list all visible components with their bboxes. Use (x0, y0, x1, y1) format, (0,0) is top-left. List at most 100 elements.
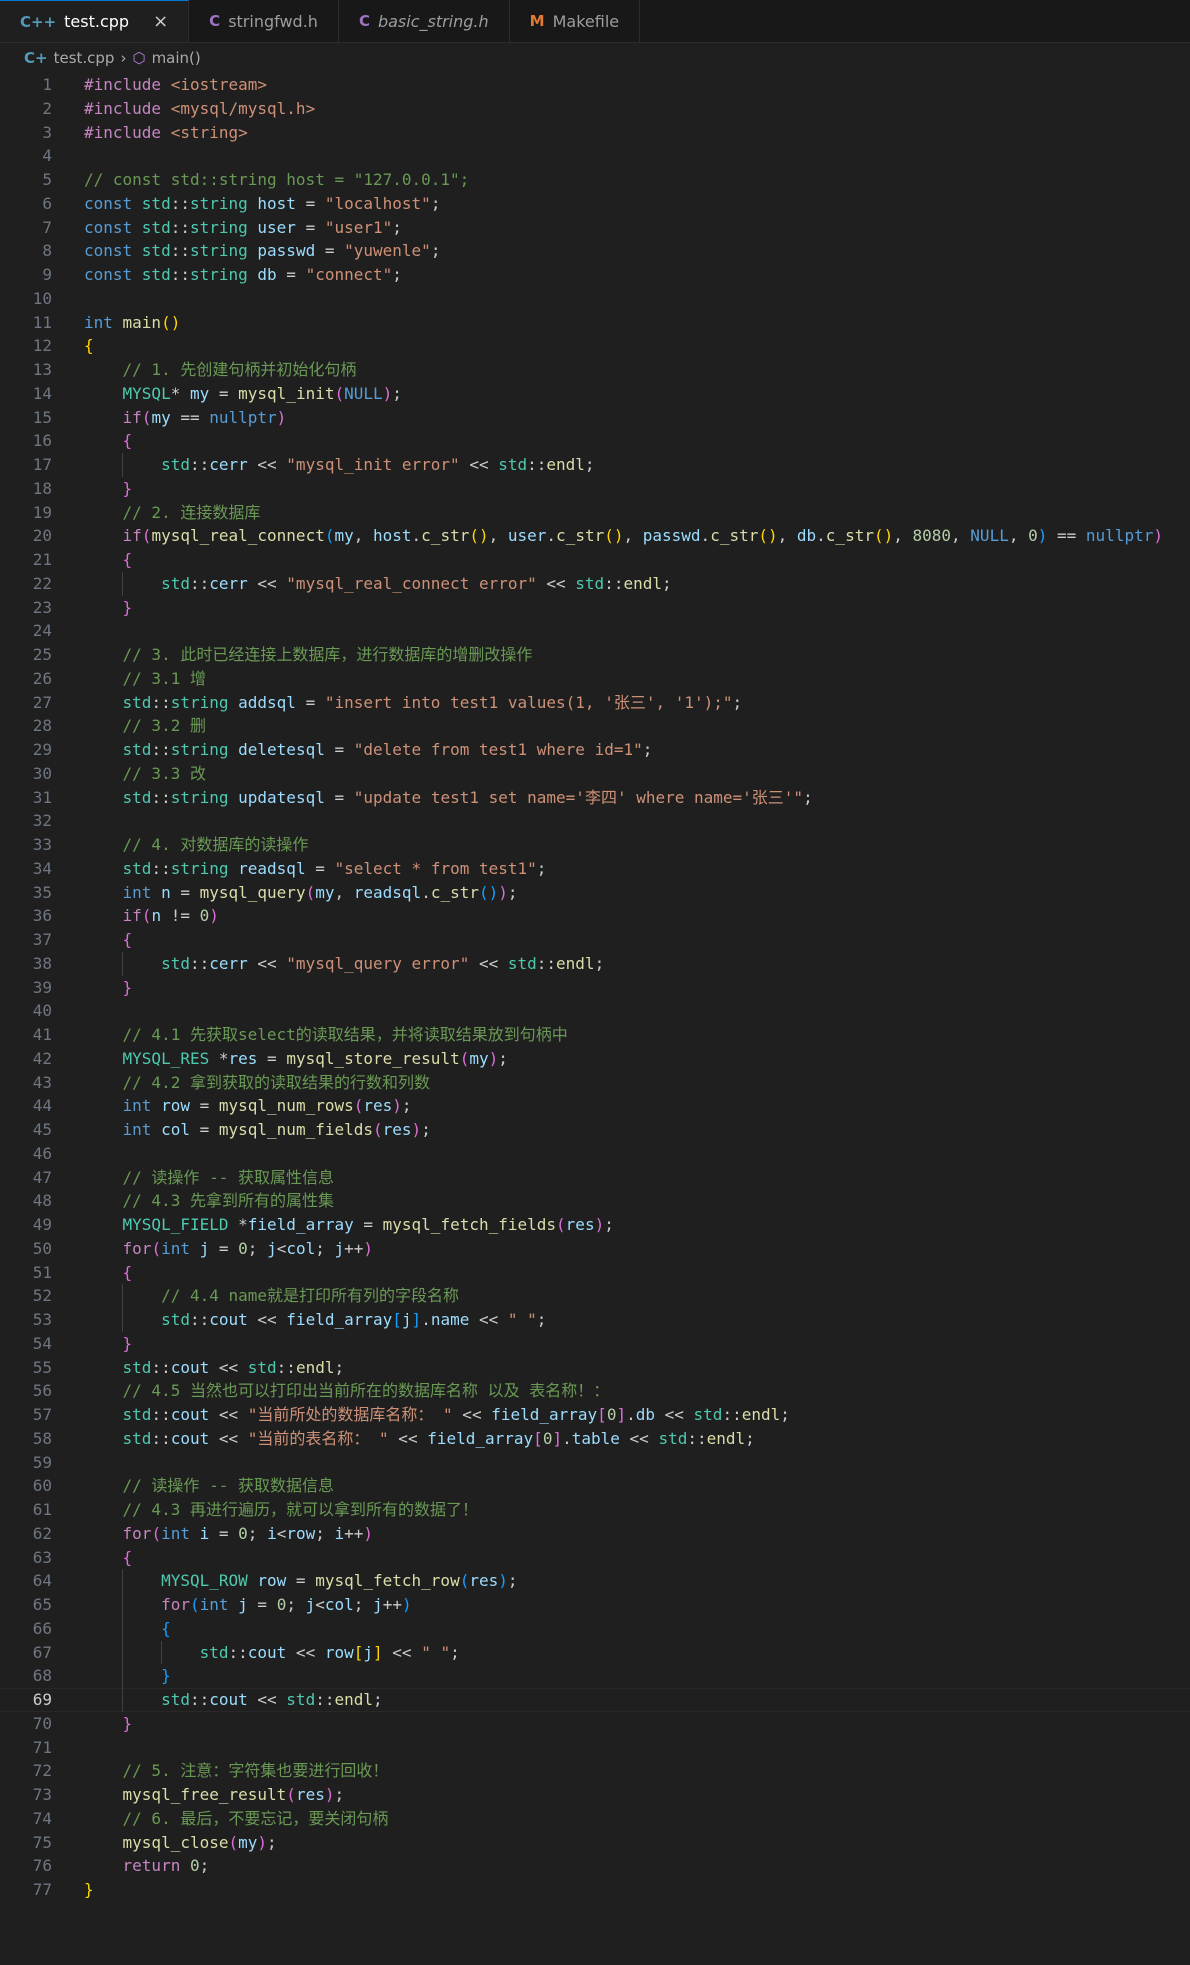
line-number: 32 (32, 811, 52, 831)
breadcrumb-symbol[interactable]: main() (152, 49, 201, 67)
code-line[interactable]: 64 MYSQL_ROW row = mysql_fetch_row(res); (0, 1569, 1190, 1593)
breadcrumb: C+ test.cpp › ⬡ main() (0, 43, 1190, 73)
code-line[interactable]: 5 // const std::string host = "127.0.0.1"… (0, 168, 1190, 192)
code-line[interactable]: 1 #include <iostream> (0, 73, 1190, 97)
code-line[interactable]: 49 MYSQL_FIELD *field_array = mysql_fetc… (0, 1213, 1190, 1237)
code-line[interactable]: 14 MYSQL* my = mysql_init(NULL); (0, 382, 1190, 406)
code-line[interactable]: 44 int row = mysql_num_rows(res); (0, 1094, 1190, 1118)
code-line[interactable]: 33 // 4. 对数据库的读操作 (0, 833, 1190, 857)
code-line[interactable]: 42 MYSQL_RES *res = mysql_store_result(m… (0, 1047, 1190, 1071)
code-line[interactable]: 10 (0, 287, 1190, 311)
code-line[interactable]: 32 (0, 809, 1190, 833)
code-line[interactable]: 34 std::string readsql = "select * from … (0, 857, 1190, 881)
code-line[interactable]: 75 mysql_close(my); (0, 1831, 1190, 1855)
code-line[interactable]: 26 // 3.1 增 (0, 667, 1190, 691)
code-line[interactable]: 39 } (0, 976, 1190, 1000)
code-line[interactable]: 60 // 读操作 -- 获取数据信息 (0, 1474, 1190, 1498)
code-line[interactable]: 61 // 4.3 再进行遍历，就可以拿到所有的数据了！ (0, 1498, 1190, 1522)
code-line[interactable]: 54 } (0, 1332, 1190, 1356)
code-line[interactable]: 46 (0, 1142, 1190, 1166)
code-line[interactable]: 17 std::cerr << "mysql_init error" << st… (0, 453, 1190, 477)
code-line[interactable]: 68 } (0, 1664, 1190, 1688)
code-line[interactable]: 7 const std::string user = "user1"; (0, 216, 1190, 240)
code-text: if(n != 0) (122, 906, 219, 926)
code-line[interactable]: 77} (0, 1878, 1190, 1902)
code-line[interactable]: 40 (0, 999, 1190, 1023)
code-line[interactable]: 50 for(int j = 0; j<col; j++) (0, 1237, 1190, 1261)
code-line[interactable]: 23 } (0, 596, 1190, 620)
tab-stringfwd-h[interactable]: C stringfwd.h (189, 0, 339, 42)
code-line[interactable]: 15 if(my == nullptr) (0, 406, 1190, 430)
code-line[interactable]: 65 for(int j = 0; j<col; j++) (0, 1593, 1190, 1617)
code-line[interactable]: 13 // 1. 先创建句柄并初始化句柄 (0, 358, 1190, 382)
code-line[interactable]: 43 // 4.2 拿到获取的读取结果的行数和列数 (0, 1071, 1190, 1095)
code-line[interactable]: 71 (0, 1736, 1190, 1760)
line-number: 17 (32, 455, 52, 474)
tab-makefile[interactable]: M Makefile (509, 0, 641, 42)
code-line[interactable]: 38 std::cerr << "mysql_query error" << s… (0, 952, 1190, 976)
code-line[interactable]: 69 std::cout << std::endl; (0, 1688, 1190, 1712)
code-line[interactable]: 22 std::cerr << "mysql_real_connect erro… (0, 572, 1190, 596)
code-line[interactable]: 37 { (0, 928, 1190, 952)
code-line[interactable]: 35 int n = mysql_query(my, readsql.c_str… (0, 881, 1190, 905)
code-line[interactable]: 36 if(n != 0) (0, 904, 1190, 928)
code-line[interactable]: 2 #include <mysql/mysql.h> (0, 97, 1190, 121)
code-line[interactable]: 18 } (0, 477, 1190, 501)
code-line[interactable]: 8 const std::string passwd = "yuwenle"; (0, 239, 1190, 263)
line-number: 45 (32, 1120, 52, 1139)
code-line[interactable]: 25 // 3. 此时已经连接上数据库，进行数据库的增删改操作 (0, 643, 1190, 667)
code-line[interactable]: 66 { (0, 1617, 1190, 1641)
code-text: { (122, 431, 133, 451)
code-line[interactable]: 48 // 4.3 先拿到所有的属性集 (0, 1189, 1190, 1213)
code-line[interactable]: 6 const std::string host = "localhost"; (0, 192, 1190, 216)
line-number: 22 (32, 573, 52, 593)
code-line[interactable]: 55 std::cout << std::endl; (0, 1356, 1190, 1380)
code-line[interactable]: 12 { (0, 334, 1190, 358)
code-line[interactable]: 76 return 0; (0, 1854, 1190, 1878)
code-line[interactable]: 30 // 3.3 改 (0, 762, 1190, 786)
code-line[interactable]: 16 { (0, 429, 1190, 453)
code-line[interactable]: 4 (0, 144, 1190, 168)
code-line[interactable]: 19 // 2. 连接数据库 (0, 501, 1190, 525)
code-line[interactable]: 11 int main() (0, 311, 1190, 335)
code-line[interactable]: 56 // 4.5 当然也可以打印出当前所在的数据库名称 以及 表名称！： (0, 1379, 1190, 1403)
code-line[interactable]: 72 // 5. 注意：字符集也要进行回收！ (0, 1759, 1190, 1783)
close-icon[interactable]: × (153, 11, 168, 32)
code-line[interactable]: 70 } (0, 1712, 1190, 1736)
code-text: { (122, 1262, 133, 1282)
line-number: 16 (32, 431, 52, 451)
code-line[interactable]: 28 // 3.2 删 (0, 714, 1190, 738)
code-line[interactable]: 53 std::cout << field_array[j].name << "… (0, 1308, 1190, 1332)
code-line[interactable]: 9 const std::string db = "connect"; (0, 263, 1190, 287)
code-line[interactable]: 31 std::string updatesql = "update test1… (0, 786, 1190, 810)
code-line[interactable]: 3 #include <string> (0, 121, 1190, 145)
code-line[interactable]: 29 std::string deletesql = "delete from … (0, 738, 1190, 762)
code-line[interactable]: 52 // 4.4 name就是打印所有列的字段名称 (0, 1284, 1190, 1308)
code-line[interactable]: 41 // 4.1 先获取select的读取结果，并将读取结果放到句柄中 (0, 1023, 1190, 1047)
code-line[interactable]: 27 std::string addsql = "insert into tes… (0, 691, 1190, 715)
code-line[interactable]: 47 // 读操作 -- 获取属性信息 (0, 1166, 1190, 1190)
code-editor[interactable]: 1 #include <iostream> 2 #include <mysql/mys… (0, 73, 1190, 1902)
code-line[interactable]: 21 { (0, 548, 1190, 572)
code-text: for(int j = 0; j<col; j++) (122, 1238, 374, 1258)
line-number: 38 (32, 953, 52, 973)
code-line[interactable]: 58 std::cout << "当前的表名称： " << field_arra… (0, 1427, 1190, 1451)
code-text: for(int i = 0; i<row; i++) (122, 1523, 374, 1543)
code-line[interactable]: 62 for(int i = 0; i<row; i++) (0, 1522, 1190, 1546)
code-line[interactable]: 24 (0, 619, 1190, 643)
code-line[interactable]: 59 (0, 1451, 1190, 1475)
line-number: 68 (32, 1666, 52, 1686)
code-line[interactable]: 63 { (0, 1546, 1190, 1570)
code-line[interactable]: 51 { (0, 1261, 1190, 1285)
code-line[interactable]: 67 std::cout << row[j] << " "; (0, 1641, 1190, 1665)
tab-test-cpp[interactable]: C++ test.cpp × (0, 0, 190, 42)
code-line[interactable]: 73 mysql_free_result(res); (0, 1783, 1190, 1807)
code-line[interactable]: 20 if(mysql_real_connect(my, host.c_str(… (0, 524, 1190, 548)
line-number: 53 (32, 1310, 52, 1329)
tab-basic-string-h[interactable]: C basic_string.h (338, 0, 510, 42)
code-line[interactable]: 57 std::cout << "当前所处的数据库名称： " << field_… (0, 1403, 1190, 1427)
code-line[interactable]: 74 // 6. 最后，不要忘记，要关闭句柄 (0, 1807, 1190, 1831)
line-number: 41 (32, 1025, 52, 1044)
code-line[interactable]: 45 int col = mysql_num_fields(res); (0, 1118, 1190, 1142)
breadcrumb-file[interactable]: test.cpp (54, 49, 115, 67)
